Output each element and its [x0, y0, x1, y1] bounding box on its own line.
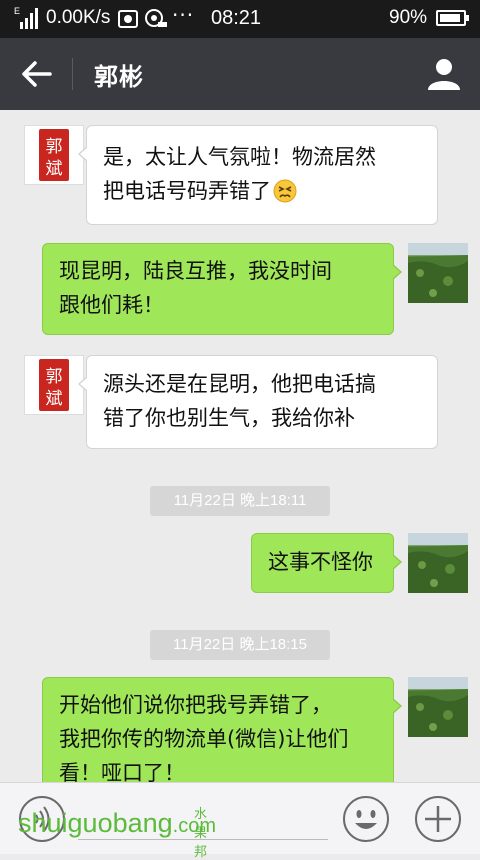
status-bar: E 0.00K/s ··· 08:21 90%: [0, 0, 480, 38]
message-bubble-outgoing[interactable]: 现昆明，陆良互推，我没时间 跟他们耗！: [42, 243, 402, 335]
message-list[interactable]: 郭 斌 是，太让人气氛啦！物流居然 把电话号码弄错了 现昆明，陆良互推，我没时间…: [0, 110, 480, 782]
message-text-line: 是，太让人气氛啦！物流居然: [103, 145, 376, 169]
my-avatar[interactable]: [408, 677, 468, 737]
message-text-line: 我把你传的物流单(微信)让他们: [59, 727, 349, 751]
message-bubble-incoming[interactable]: 源头还是在昆明，他把电话搞 错了你也别生气，我给你补: [78, 355, 438, 449]
battery-icon: [436, 10, 469, 26]
signal-icon: E: [14, 6, 38, 29]
persevering-face-icon: [273, 179, 297, 203]
network-speed: 0.00K/s: [46, 7, 111, 28]
message-text-line: 把电话号码弄错了: [103, 174, 421, 208]
notification-icons: [118, 9, 167, 28]
header-divider: [72, 58, 73, 90]
chat-header: 郭彬: [0, 38, 480, 110]
message-timestamp: 11月22日 晚上18:11: [150, 486, 330, 516]
message-text-line: 源头还是在昆明，他把电话搞: [103, 372, 376, 396]
message-timestamp: 11月22日 晚上18:15: [150, 630, 330, 660]
contact-avatar[interactable]: 郭 斌: [24, 355, 84, 415]
seal-avatar-image: 郭 斌: [39, 359, 69, 411]
message-input[interactable]: [78, 799, 328, 840]
emoji-face-icon[interactable]: [342, 795, 390, 843]
seal-char-2: 斌: [46, 159, 63, 179]
my-avatar[interactable]: [408, 243, 468, 303]
seal-avatar-image: 郭 斌: [39, 129, 69, 181]
network-type: E: [14, 6, 20, 16]
contact-avatar[interactable]: 郭 斌: [24, 125, 84, 185]
message-text-line: 错了你也别生气，我给你补: [103, 406, 355, 430]
message-text-line: 开始他们说你把我号弄错了，: [59, 693, 332, 717]
message-text-line: 看！哑口了！: [59, 761, 185, 782]
message-text-line: 现昆明，陆良互推，我没时间: [59, 259, 332, 283]
seal-char-2: 斌: [46, 389, 63, 409]
input-bar: [0, 782, 480, 854]
voice-icon[interactable]: [18, 795, 66, 843]
message-text-line: 跟他们耗！: [59, 293, 164, 317]
seal-char-1: 郭: [46, 367, 63, 387]
seal-char-1: 郭: [46, 137, 63, 157]
plus-circle-icon[interactable]: [414, 795, 462, 843]
message-text-line: 这事不怪你: [268, 550, 373, 574]
back-arrow-icon[interactable]: [14, 56, 58, 92]
message-bubble-outgoing[interactable]: 这事不怪你: [251, 533, 402, 593]
person-icon[interactable]: [424, 56, 464, 92]
chat-title: 郭彬: [94, 63, 144, 91]
battery-percent: 90%: [389, 7, 428, 28]
my-avatar[interactable]: [408, 533, 468, 593]
message-bubble-incoming[interactable]: 是，太让人气氛啦！物流居然 把电话号码弄错了: [78, 125, 438, 225]
overflow-indicator: ···: [172, 3, 195, 27]
plant-photo: [408, 533, 468, 593]
plant-photo: [408, 677, 468, 737]
message-bubble-outgoing[interactable]: 开始他们说你把我号弄错了， 我把你传的物流单(微信)让他们 看！哑口了！: [42, 677, 402, 782]
plant-photo: [408, 243, 468, 303]
clock: 08:21: [211, 7, 262, 29]
